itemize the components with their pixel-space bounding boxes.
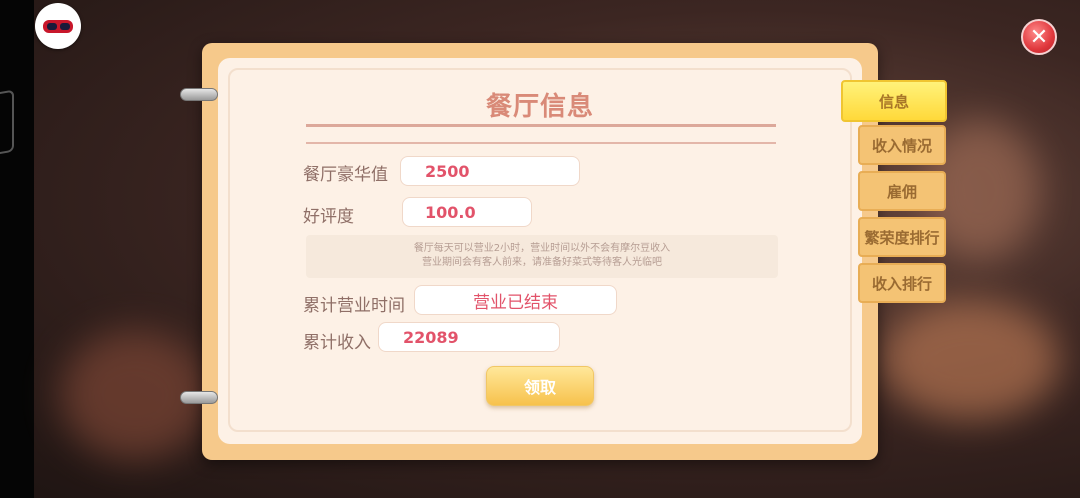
business-time-label: 累计营业时间 <box>303 296 405 316</box>
page-title: 餐厅信息 <box>485 92 594 122</box>
player-avatar[interactable] <box>35 3 81 49</box>
tab-info[interactable]: 信息 <box>841 80 947 122</box>
notice-line: 餐厅每天可以营业2小时，营业时间以外不会有摩尔豆收入 <box>413 243 671 254</box>
side-handle[interactable] <box>0 89 14 157</box>
background-light <box>880 300 1060 420</box>
luxury-value: 2500 <box>400 156 580 186</box>
rating-label: 好评度 <box>303 207 354 227</box>
total-income-label: 累计收入 <box>303 333 371 353</box>
tab-hire[interactable]: 雇佣 <box>858 171 946 211</box>
binder-ring-top <box>180 88 218 101</box>
tab-income[interactable]: 收入情况 <box>858 125 946 165</box>
tab-prosperity-rank[interactable]: 繁荣度排行 <box>858 217 946 257</box>
business-time-value: 营业已结束 <box>414 285 617 315</box>
title-divider-bottom <box>306 142 776 144</box>
binder-ring-bottom <box>180 391 218 404</box>
tab-income-rank[interactable]: 收入排行 <box>858 263 946 303</box>
mask-eye-right <box>60 23 70 30</box>
total-income-value: 22089 <box>378 322 560 352</box>
rating-value: 100.0 <box>402 197 532 227</box>
luxury-label: 餐厅豪华值 <box>303 165 388 185</box>
title-divider-top <box>306 124 776 127</box>
claim-button[interactable]: 领取 <box>486 366 594 406</box>
mask-eye-left <box>47 23 57 30</box>
business-notice: 餐厅每天可以营业2小时，营业时间以外不会有摩尔豆收入 营业期间会有客人前来，请准… <box>306 235 778 278</box>
notice-line: 营业期间会有客人前来，请准备好菜式等待客人光临吧 <box>422 257 662 268</box>
system-edge-bar <box>0 0 34 498</box>
close-button[interactable]: ✕ <box>1021 19 1057 55</box>
